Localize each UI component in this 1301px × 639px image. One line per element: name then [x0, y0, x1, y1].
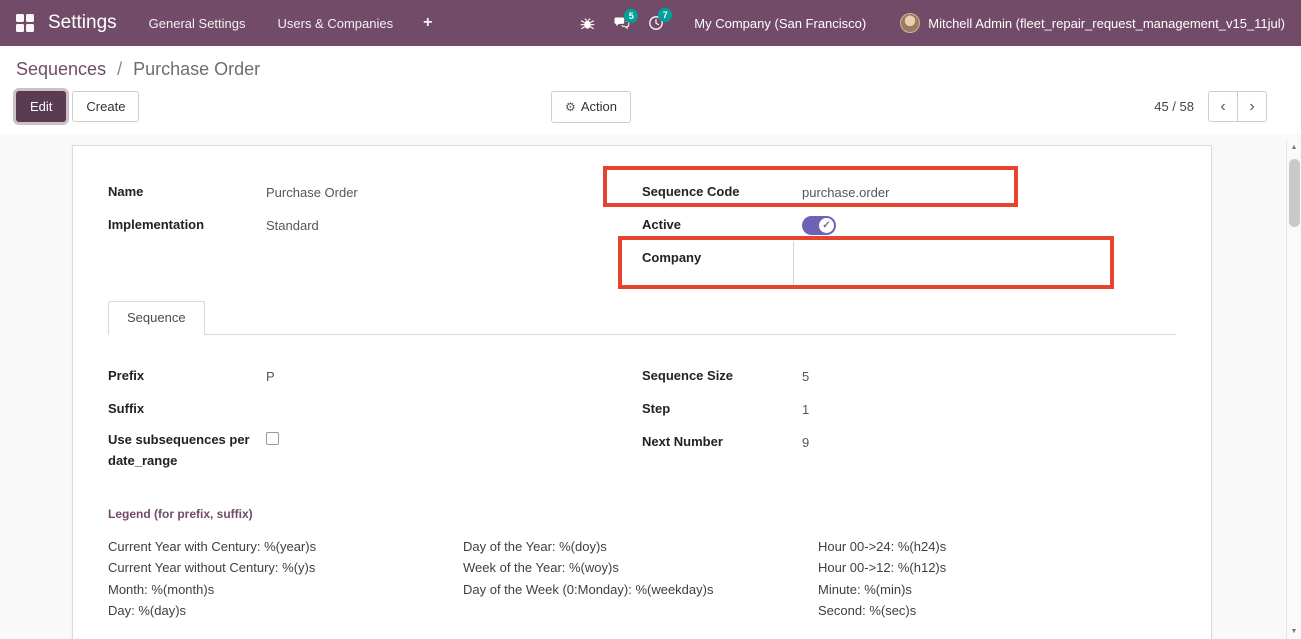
name-label: Name: [108, 184, 144, 200]
legend-item: Second: %(sec)s: [818, 603, 917, 619]
field-use-subsequences: Use subsequences per date_range: [108, 429, 642, 472]
breadcrumb: Sequences / Purchase Order: [0, 46, 1301, 91]
active-label: Active: [642, 217, 682, 233]
suffix-label: Suffix: [108, 401, 145, 417]
avatar: [900, 13, 921, 33]
pager-count: 45 / 58: [1154, 99, 1194, 114]
scrollbar-down-button[interactable]: ▼: [1287, 624, 1301, 639]
arrow-up-icon: ▲: [1290, 144, 1298, 151]
menu-general-settings[interactable]: General Settings: [149, 16, 246, 31]
create-button[interactable]: Create: [72, 91, 140, 122]
step-value: 1: [802, 401, 810, 417]
gear-icon: ⚙: [565, 100, 576, 114]
use-subsequences-label: Use subsequences per date_range: [108, 432, 250, 469]
sequence-size-value: 5: [802, 368, 810, 384]
chevron-left-icon: ‹: [1220, 97, 1226, 115]
next-number-value: 9: [802, 434, 810, 450]
debug-bug-icon[interactable]: [580, 16, 595, 31]
name-value: Purchase Order: [266, 184, 358, 200]
form-view: Name Purchase Order Implementation Stand…: [0, 134, 1301, 639]
chevron-right-icon: ›: [1249, 97, 1255, 115]
legend-title: Legend (for prefix, suffix): [108, 506, 253, 521]
breadcrumb-sequences-link[interactable]: Sequences: [16, 59, 106, 79]
sequence-code-value: purchase.order: [802, 184, 890, 200]
company-cell-divider: [793, 241, 794, 285]
legend-item: Hour 00->24: %(h24)s: [818, 538, 947, 554]
field-sequence-size: Sequence Size 5: [642, 363, 1176, 389]
next-number-label: Next Number: [642, 434, 723, 450]
legend-item: Month: %(month)s: [108, 581, 215, 597]
pager-next-button[interactable]: ›: [1237, 91, 1267, 122]
field-prefix: Prefix P: [108, 363, 642, 389]
sequence-size-label: Sequence Size: [642, 368, 734, 384]
company-label: Company: [642, 250, 702, 266]
action-button[interactable]: ⚙ Action: [551, 91, 631, 123]
pager-previous-button[interactable]: ‹: [1208, 91, 1238, 122]
legend-item: Current Year with Century: %(year)s: [108, 538, 317, 554]
pager: ‹ ›: [1208, 91, 1267, 122]
legend-item: Hour 00->12: %(h12)s: [818, 560, 947, 576]
scrollbar-up-button[interactable]: ▲: [1287, 140, 1301, 155]
form-sheet: Name Purchase Order Implementation Stand…: [72, 145, 1212, 639]
app-name[interactable]: Settings: [48, 12, 117, 34]
breadcrumb-separator: /: [117, 59, 123, 79]
check-icon: ✓: [819, 217, 834, 233]
step-label: Step: [642, 401, 671, 417]
notebook-tabs: Sequence: [108, 301, 1176, 335]
scrollbar[interactable]: ▲ ▼: [1286, 140, 1301, 639]
prefix-value: P: [266, 368, 275, 384]
control-panel: Edit Create ⚙ Action 45 / 58 ‹ ›: [0, 91, 1301, 134]
legend-item: Week of the Year: %(woy)s: [463, 560, 619, 576]
top-navbar: Settings General Settings Users & Compan…: [0, 0, 1301, 46]
field-name: Name Purchase Order: [108, 179, 642, 205]
action-label: Action: [580, 99, 617, 114]
prefix-label: Prefix: [108, 368, 145, 384]
legend-item: Current Year without Century: %(y)s: [108, 560, 316, 576]
field-suffix: Suffix: [108, 396, 642, 422]
legend-item: Minute: %(min)s: [818, 581, 912, 597]
plus-icon[interactable]: +: [423, 14, 432, 32]
sequence-field-group: Prefix P Suffix Use subsequences per dat…: [108, 363, 1176, 479]
tab-sequence[interactable]: Sequence: [108, 301, 205, 335]
activities-clock-icon[interactable]: 7: [648, 8, 673, 31]
field-active: Active ✓: [642, 212, 1176, 238]
field-step: Step 1: [642, 396, 1176, 422]
arrow-down-icon: ▼: [1290, 628, 1298, 635]
field-company: Company: [642, 245, 1176, 271]
field-sequence-code: Sequence Code purchase.order: [642, 179, 1176, 205]
user-menu[interactable]: Mitchell Admin (fleet_repair_request_man…: [900, 13, 1285, 33]
edit-button[interactable]: Edit: [16, 91, 67, 122]
implementation-value: Standard: [266, 217, 319, 233]
company-switcher[interactable]: My Company (San Francisco): [694, 16, 866, 31]
sequence-code-label: Sequence Code: [642, 184, 740, 200]
messages-badge: 5: [624, 8, 639, 23]
messages-icon[interactable]: 5: [613, 8, 639, 31]
menu-users-companies[interactable]: Users & Companies: [278, 16, 394, 31]
legend-section: Legend (for prefix, suffix) Current Year…: [108, 507, 1176, 622]
scrollbar-thumb[interactable]: [1289, 159, 1300, 227]
activities-badge: 7: [658, 8, 673, 22]
legend-item: Day: %(day)s: [108, 603, 187, 619]
field-next-number: Next Number 9: [642, 429, 1176, 455]
breadcrumb-current: Purchase Order: [133, 59, 261, 79]
use-subsequences-checkbox[interactable]: [266, 432, 279, 445]
top-field-group: Name Purchase Order Implementation Stand…: [108, 179, 1176, 278]
user-name: Mitchell Admin (fleet_repair_request_man…: [928, 15, 1285, 31]
field-implementation: Implementation Standard: [108, 212, 642, 238]
legend-item: Day of the Week (0:Monday): %(weekday)s: [463, 581, 714, 597]
apps-menu-icon[interactable]: [16, 14, 34, 32]
implementation-label: Implementation: [108, 217, 205, 233]
active-toggle[interactable]: ✓: [802, 215, 836, 235]
legend-item: Day of the Year: %(doy)s: [463, 538, 607, 554]
